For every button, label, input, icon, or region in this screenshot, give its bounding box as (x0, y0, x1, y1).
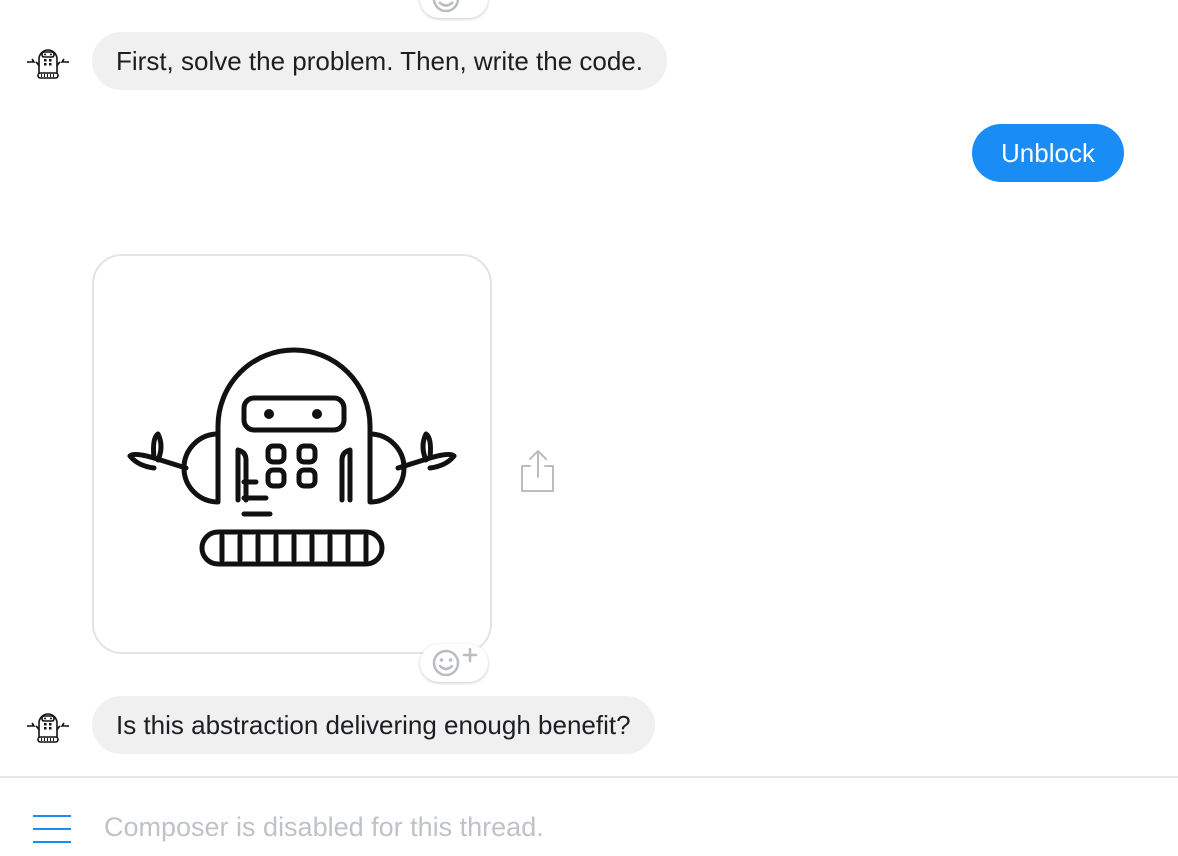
robot-avatar[interactable] (24, 706, 72, 746)
add-reaction-icon (432, 647, 478, 677)
share-icon (521, 450, 554, 492)
composer-disabled-text: Composer is disabled for this thread. (104, 812, 544, 842)
message-thread: First, solve the problem. Then, write th… (0, 0, 1178, 776)
sticker-message[interactable] (92, 254, 492, 654)
composer: Composer is disabled for this thread. (0, 778, 1178, 856)
share-button[interactable] (516, 448, 560, 494)
reaction-button[interactable] (420, 0, 488, 18)
hamburger-icon (33, 815, 71, 843)
message-bubble[interactable]: First, solve the problem. Then, write th… (92, 32, 667, 90)
menu-icon[interactable] (33, 814, 71, 844)
robot-avatar-icon (27, 713, 69, 743)
message-bubble[interactable]: Is this abstraction delivering enough be… (92, 696, 655, 754)
robot-avatar[interactable] (24, 42, 72, 82)
add-reaction-button[interactable] (420, 644, 488, 682)
unblock-button[interactable]: Unblock (972, 124, 1124, 182)
smiley-icon (432, 0, 460, 13)
robot-sticker-icon (127, 347, 457, 567)
robot-avatar-icon (27, 49, 69, 79)
